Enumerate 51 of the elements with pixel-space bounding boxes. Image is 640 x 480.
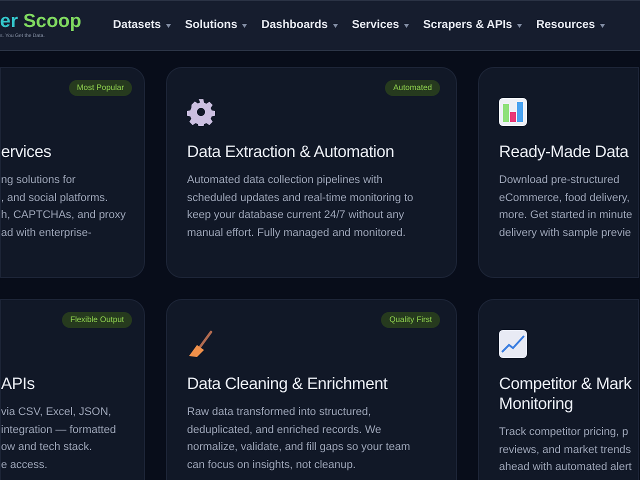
card-description-line: Automated data collection pipelines with — [187, 173, 384, 188]
card-description-line: deduplicated, and enriched records. We — [187, 422, 382, 438]
card-title: Monitoring — [499, 394, 574, 414]
broom-icon — [187, 330, 215, 358]
card-description-line: normalize, validate, and fill gaps so your team — [187, 440, 412, 455]
card-description-line: Track competitor pricing, p — [499, 425, 630, 440]
card-title: Ready-Made Data — [499, 142, 630, 162]
caret-icon — [242, 24, 248, 28]
card-description-line: manual effort. Fully managed and monitored. — [187, 226, 407, 240]
card-description-line: h, CAPTCHAs, and proxy — [1, 208, 127, 223]
card-description-line: Raw data transformed into structured, — [187, 405, 372, 420]
nav-menu-item[interactable]: Datasets — [113, 16, 171, 34]
card-badge: Most Popular — [68, 80, 132, 96]
nav-menu-item[interactable]: Resources — [536, 16, 606, 34]
nav-menu-item[interactable]: Dashboards — [261, 16, 338, 34]
card-description-line: can focus on insights, not cleanup. — [187, 458, 357, 472]
card-description-line: , and social platforms. — [1, 190, 109, 206]
nav-menu-item[interactable]: Services — [352, 16, 410, 34]
card-badge: Quality First — [381, 312, 440, 328]
caret-icon — [517, 24, 522, 28]
logo-text[interactable]: er Scoop — [0, 10, 82, 33]
caret-icon — [166, 24, 171, 28]
card-description-line: reviews, and market trends — [499, 442, 632, 458]
card-badge: Flexible Output — [62, 312, 132, 328]
card-description-line: via CSV, Excel, JSON, — [1, 405, 112, 420]
card-description-line: delivery with sample previe — [499, 226, 632, 240]
line-chart-icon — [499, 330, 527, 358]
nav-menu-item[interactable]: Solutions — [184, 16, 248, 34]
card-title: Data Cleaning & Enrichment — [187, 374, 389, 394]
card-description-line: eCommerce, food delivery, — [499, 190, 631, 206]
card-description-line: ng solutions for — [1, 173, 77, 188]
gear-icon — [187, 98, 215, 126]
card-description-line: scheduled updates and real-time monitoring to — [187, 190, 414, 206]
card-description-line: ahead with automated alert — [499, 460, 633, 475]
caret-icon — [600, 24, 606, 28]
card-description-line: Download pre-structured — [499, 173, 620, 188]
caret-icon — [332, 24, 338, 28]
card-description-line: keep your database current 24/7 without any — [187, 208, 406, 223]
card-description-line: e access. — [1, 458, 48, 472]
card-description-line: integration — formatted — [1, 422, 117, 438]
card-title: Competitor & Mark — [499, 374, 633, 394]
card-description-line: ad with enterprise- — [1, 226, 92, 240]
card-title: ervices — [1, 142, 52, 162]
caret-icon — [404, 24, 410, 28]
bar-chart-icon — [499, 98, 527, 126]
card-title: Data Extraction & Automation — [187, 142, 396, 162]
card-description-line: ow and tech stack. — [1, 440, 94, 455]
card-title: APIs — [1, 374, 36, 394]
nav-menu-item[interactable]: Scrapers & APIs — [423, 16, 522, 34]
card-badge: Automated — [385, 80, 440, 96]
card-description-line: more. Get started in minute — [499, 208, 634, 223]
